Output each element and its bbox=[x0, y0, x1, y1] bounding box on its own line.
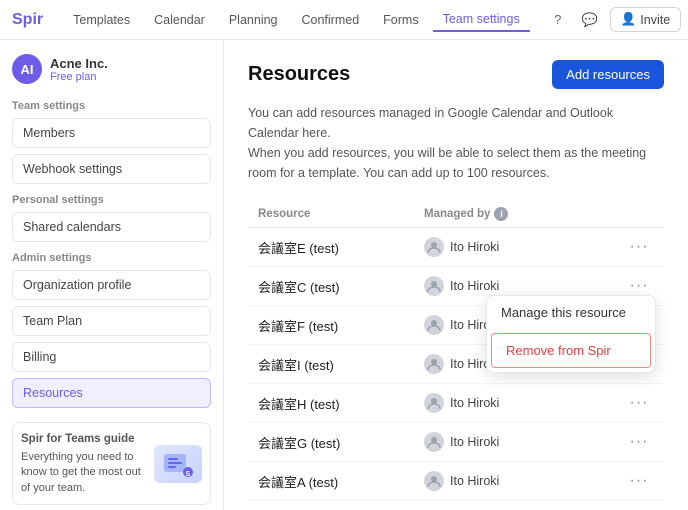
table-row: 会議室H (test) Ito Hiroki ··· bbox=[248, 384, 664, 423]
managed-by: Ito Hiroki bbox=[424, 471, 624, 491]
nav-calendar[interactable]: Calendar bbox=[144, 9, 215, 31]
layout: AI Acne Inc. Free plan Team settings Mem… bbox=[0, 40, 688, 510]
personal-settings-title: Personal settings bbox=[12, 194, 211, 206]
managed-avatar bbox=[424, 237, 444, 257]
row-actions-button[interactable]: ··· bbox=[624, 394, 654, 412]
nav-team-settings[interactable]: Team settings bbox=[433, 8, 530, 32]
managed-by: Ito Hiroki bbox=[424, 432, 624, 452]
main-content: Resources Add resources You can add reso… bbox=[224, 40, 688, 510]
guide-title: Spir for Teams guide bbox=[21, 431, 146, 447]
resources-table: Resource Managed by i 会議室E (test) Ito Hi… bbox=[248, 201, 664, 510]
invite-button[interactable]: 👤 Invite bbox=[610, 7, 681, 32]
remove-resource-item[interactable]: Remove from Spir bbox=[491, 333, 651, 368]
sidebar-item-team-plan[interactable]: Team Plan bbox=[12, 306, 211, 336]
main-description: You can add resources managed in Google … bbox=[248, 103, 664, 183]
managed-by: Ito Hiroki bbox=[424, 276, 624, 296]
resource-name: 会議室C (test) bbox=[258, 277, 424, 296]
sidebar-avatar: AI bbox=[12, 54, 42, 84]
sidebar-username: Acne Inc. bbox=[50, 56, 108, 71]
sidebar-item-billing[interactable]: Billing bbox=[12, 342, 211, 372]
manage-resource-item[interactable]: Manage this resource bbox=[487, 296, 655, 329]
sidebar-user: AI Acne Inc. Free plan bbox=[12, 54, 211, 84]
table-row: 会議室E (test) Ito Hiroki ··· bbox=[248, 228, 664, 267]
col-resource-header: Resource bbox=[258, 208, 424, 220]
actions-dropdown: Manage this resource Remove from Spir bbox=[486, 295, 656, 373]
sidebar-team-section: Team settings Members Webhook settings bbox=[12, 100, 211, 184]
sidebar-plan: Free plan bbox=[50, 71, 108, 83]
sidebar-item-members[interactable]: Members bbox=[12, 118, 211, 148]
guide-image: S bbox=[154, 445, 202, 483]
team-settings-title: Team settings bbox=[12, 100, 211, 112]
col-managed-header: Managed by i bbox=[424, 207, 624, 221]
resource-name: 会議室G (test) bbox=[258, 433, 424, 452]
guide-desc: Everything you need to know to get the m… bbox=[21, 450, 146, 496]
info-icon[interactable]: i bbox=[494, 207, 508, 221]
admin-settings-title: Admin settings bbox=[12, 252, 211, 264]
table-row: 会議室C (test) Ito Hiroki ··· Manage this r… bbox=[248, 267, 664, 306]
nav-items: Templates Calendar Planning Confirmed Fo… bbox=[63, 8, 530, 32]
nav-forms[interactable]: Forms bbox=[373, 9, 428, 31]
managed-by: Ito Hiroki bbox=[424, 237, 624, 257]
sidebar-item-resources[interactable]: Resources bbox=[12, 378, 211, 408]
sidebar-item-webhook[interactable]: Webhook settings bbox=[12, 154, 211, 184]
managed-avatar bbox=[424, 432, 444, 452]
sidebar-item-org-profile[interactable]: Organization profile bbox=[12, 270, 211, 300]
managed-avatar bbox=[424, 393, 444, 413]
table-row: 会議室A (test) Ito Hiroki ··· bbox=[248, 462, 664, 501]
row-actions-button[interactable]: ··· bbox=[624, 472, 654, 490]
managed-avatar bbox=[424, 471, 444, 491]
managed-avatar bbox=[424, 354, 444, 374]
resource-name: 会議室A (test) bbox=[258, 472, 424, 491]
sidebar-admin-section: Admin settings Organization profile Team… bbox=[12, 252, 211, 408]
row-actions-button[interactable]: ··· bbox=[624, 433, 654, 451]
invite-icon: 👤 bbox=[621, 12, 637, 27]
sidebar: AI Acne Inc. Free plan Team settings Mem… bbox=[0, 40, 224, 510]
resource-name: 会議室H (test) bbox=[258, 394, 424, 413]
nav-confirmed[interactable]: Confirmed bbox=[292, 9, 370, 31]
managed-avatar bbox=[424, 315, 444, 335]
nav-templates[interactable]: Templates bbox=[63, 9, 140, 31]
help-icon[interactable]: ? bbox=[546, 6, 570, 34]
sidebar-guide[interactable]: Spir for Teams guide Everything you need… bbox=[12, 422, 211, 505]
chat-icon[interactable]: 💬 bbox=[578, 6, 602, 34]
resource-name: 会議室F (test) bbox=[258, 316, 424, 335]
row-actions-button[interactable]: ··· bbox=[624, 277, 654, 295]
invite-label: Invite bbox=[640, 13, 670, 27]
managed-avatar bbox=[424, 276, 444, 296]
add-resources-button[interactable]: Add resources bbox=[552, 60, 664, 89]
sidebar-personal-section: Personal settings Shared calendars bbox=[12, 194, 211, 242]
managed-by: Ito Hiroki bbox=[424, 393, 624, 413]
sidebar-item-shared-calendars[interactable]: Shared calendars bbox=[12, 212, 211, 242]
brand-logo: Spir bbox=[12, 11, 43, 29]
table-header: Resource Managed by i bbox=[248, 201, 664, 228]
nav-planning[interactable]: Planning bbox=[219, 9, 288, 31]
resource-name: 会議室E (test) bbox=[258, 238, 424, 257]
svg-text:S: S bbox=[186, 471, 191, 478]
resource-name: 会議室I (test) bbox=[258, 355, 424, 374]
table-row: 会議室J (test) Ito Hiroki ··· bbox=[248, 501, 664, 510]
page-title: Resources bbox=[248, 63, 350, 86]
top-nav: Spir Templates Calendar Planning Confirm… bbox=[0, 0, 688, 40]
table-row: 会議室G (test) Ito Hiroki ··· bbox=[248, 423, 664, 462]
main-header: Resources Add resources bbox=[248, 60, 664, 89]
topnav-right: ? 💬 👤 Invite AI Acne Inc ▾ bbox=[546, 2, 688, 38]
row-actions-button[interactable]: ··· bbox=[624, 238, 654, 256]
